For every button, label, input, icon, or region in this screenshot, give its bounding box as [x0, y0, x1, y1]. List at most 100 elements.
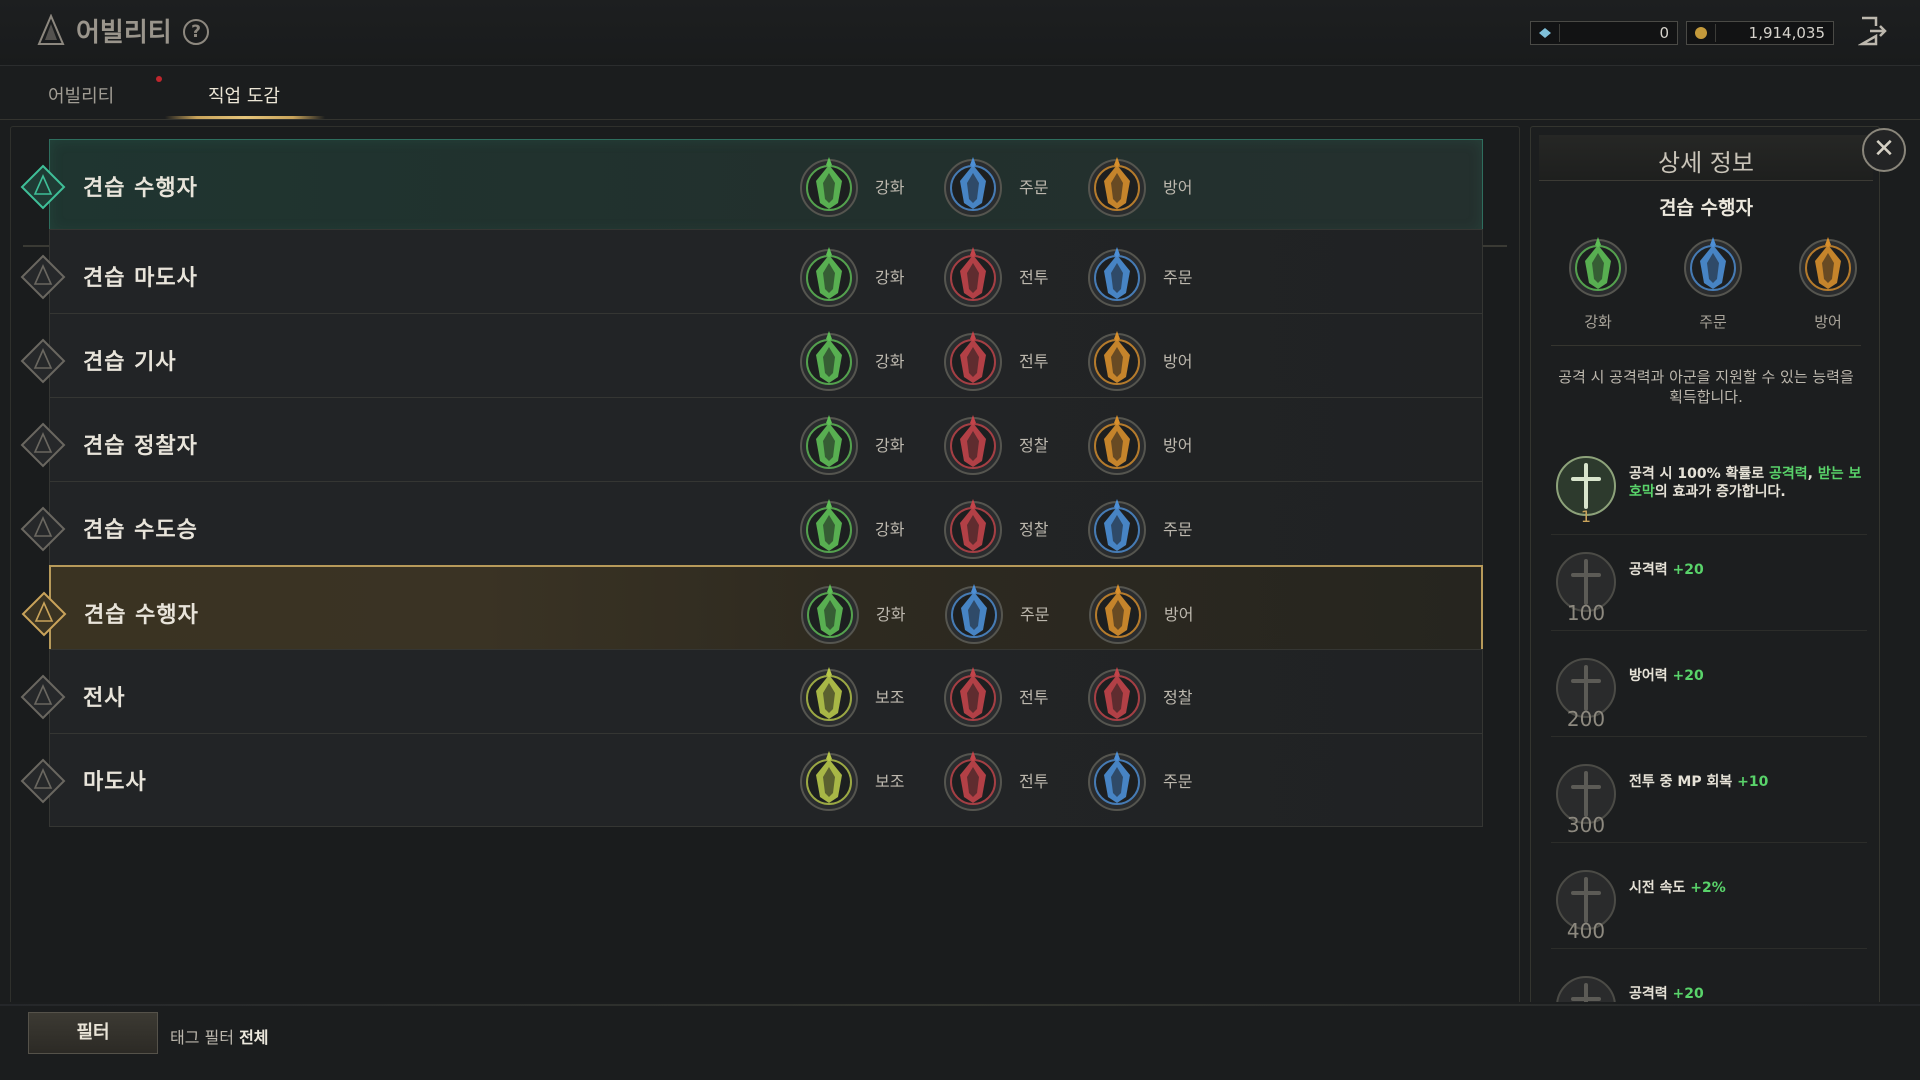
tag-filter-label: 태그 필터	[170, 1028, 234, 1047]
effect-description: 공격력 +20	[1629, 985, 1867, 1003]
class-row[interactable]: 견습 기사 강화 전투 방어	[20, 313, 1483, 407]
class-gem-icon	[20, 338, 66, 384]
combat-emblem-icon	[944, 667, 1002, 727]
class-name: 견습 수도승	[83, 518, 198, 543]
tag-label: 정찰	[1163, 688, 1193, 707]
effect-stat-label: 방어력	[1629, 668, 1668, 684]
gem-currency: 0	[1530, 21, 1678, 45]
class-row[interactable]: 견습 정찰자 강화 정찰 방어	[20, 397, 1483, 491]
spell-emblem-icon	[945, 584, 1003, 644]
class-row[interactable]: 견습 수도승 강화 정찰 주문	[20, 481, 1483, 575]
combat-emblem-icon	[944, 331, 1002, 391]
class-name: 견습 정찰자	[83, 434, 198, 459]
gold-coin-icon	[1695, 27, 1707, 39]
notification-dot	[156, 76, 162, 82]
tag-label: 강화	[875, 520, 905, 539]
class-name: 견습 수행자	[83, 176, 198, 201]
tag-filter-status: 태그 필터 전체	[170, 1024, 269, 1048]
footer-divider	[0, 1004, 1920, 1006]
tag-label: 주문	[1163, 268, 1193, 287]
effect-item: 공격력 +20	[1551, 961, 1867, 1005]
exit-icon[interactable]	[1858, 14, 1888, 48]
class-name: 마도사	[83, 770, 147, 795]
class-list: 견습 수행자 강화 주문 방어 견습 마도사 강화 전투 주문 견습 기사 강화 전투 방어 견습 정찰…	[10, 126, 1520, 1006]
class-gem-icon	[20, 674, 66, 720]
effect-item: 100 공격력 +20	[1551, 537, 1867, 631]
class-row[interactable]: 견습 수행자 강화 주문 방어	[20, 139, 1483, 233]
effect-stat-label: 공격력	[1629, 562, 1668, 578]
tag-label: 방어	[1163, 352, 1193, 371]
tag-label: 강화	[875, 352, 905, 371]
effect-stat-bonus: +10	[1737, 774, 1769, 790]
support-emblem-icon	[800, 667, 858, 727]
spell-emblem-icon	[1088, 247, 1146, 307]
detail-class-name: 견습 수행자	[1658, 197, 1753, 219]
top-bar: 어빌리티 ? 0 1,914,035	[0, 0, 1920, 66]
ability-crest-icon	[37, 14, 65, 45]
defense-emblem-icon	[1089, 584, 1147, 644]
detail-title: 상세 정보	[1658, 149, 1754, 177]
filter-button[interactable]: 필터	[28, 1012, 158, 1054]
spell-emblem-icon	[1684, 237, 1742, 297]
help-icon[interactable]: ?	[183, 19, 209, 45]
tag-label: 정찰	[1019, 436, 1049, 455]
close-button[interactable]: ✕	[1862, 128, 1906, 172]
class-row[interactable]: 마도사 보조 전투 주문	[20, 733, 1483, 827]
class-gem-icon	[20, 164, 66, 210]
tag-label: 강화	[875, 436, 905, 455]
detail-divider	[1551, 345, 1861, 346]
tag-label: 강화	[875, 178, 905, 197]
effect-description: 전투 중 MP 회복 +10	[1629, 773, 1867, 791]
tag-label: 주문	[1020, 605, 1050, 624]
effect-description: 방어력 +20	[1629, 667, 1867, 685]
class-gem-icon	[21, 591, 67, 637]
class-gem-icon	[20, 758, 66, 804]
footer-bar: 필터 태그 필터 전체	[0, 1002, 1920, 1080]
tab-class-codex[interactable]: 직업 도감	[208, 82, 280, 108]
detail-tag-label: 강화	[1584, 313, 1612, 331]
class-name: 견습 수행자	[84, 603, 199, 628]
tag-label: 방어	[1163, 178, 1193, 197]
support-emblem-icon	[800, 751, 858, 811]
tag-label: 주문	[1163, 520, 1193, 539]
defense-emblem-icon	[1799, 237, 1857, 297]
class-gem-icon	[20, 422, 66, 468]
defense-emblem-icon	[1088, 157, 1146, 217]
tag-label: 전투	[1019, 268, 1049, 287]
scout-emblem-icon	[944, 415, 1002, 475]
effect-stat-bonus: +2%	[1690, 880, 1726, 896]
enhance-emblem-icon	[800, 415, 858, 475]
tag-label: 방어	[1163, 436, 1193, 455]
effect-text-part: 공격력	[1769, 466, 1808, 482]
gem-amount: 0	[1659, 24, 1669, 42]
scout-emblem-icon	[944, 499, 1002, 559]
effect-stat-label: 시전 속도	[1629, 880, 1686, 896]
tab-ability[interactable]: 어빌리티	[48, 82, 114, 108]
effect-item: 300 전투 중 MP 회복 +10	[1551, 749, 1867, 843]
enhance-emblem-icon	[800, 499, 858, 559]
effect-stat-label: 전투 중 MP 회복	[1629, 774, 1733, 790]
detail-tag-label: 방어	[1814, 313, 1842, 331]
tag-label: 방어	[1164, 605, 1194, 624]
gold-amount: 1,914,035	[1748, 24, 1825, 42]
effect-text-part: 의 효과가 증가합니다.	[1654, 484, 1786, 500]
active-tab-indicator	[165, 116, 325, 119]
spell-emblem-icon	[944, 157, 1002, 217]
page-title: 어빌리티	[76, 18, 172, 48]
tag-label: 정찰	[1019, 520, 1049, 539]
effect-level: 200	[1566, 707, 1606, 731]
effect-level: 400	[1566, 919, 1606, 943]
enhance-emblem-icon	[800, 247, 858, 307]
tag-label: 보조	[875, 688, 905, 707]
effect-stat-label: 공격력	[1629, 986, 1668, 1002]
tag-filter-value: 전체	[239, 1028, 269, 1047]
detail-title-bar: 상세 정보	[1539, 135, 1873, 181]
effect-description: 공격력 +20	[1629, 561, 1867, 579]
effect-level: 300	[1566, 813, 1606, 837]
effect-item: 1 공격 시 100% 확률로 공격력, 받는 보호막의 효과가 증가합니다.	[1551, 441, 1867, 535]
class-row[interactable]: 견습 마도사 강화 전투 주문	[20, 229, 1483, 323]
class-row[interactable]: 견습 수행자 강화 주문 방어	[21, 565, 1483, 659]
class-name: 견습 마도사	[83, 266, 198, 291]
scout-emblem-icon	[1088, 667, 1146, 727]
class-row[interactable]: 전사 보조 전투 정찰	[20, 649, 1483, 743]
